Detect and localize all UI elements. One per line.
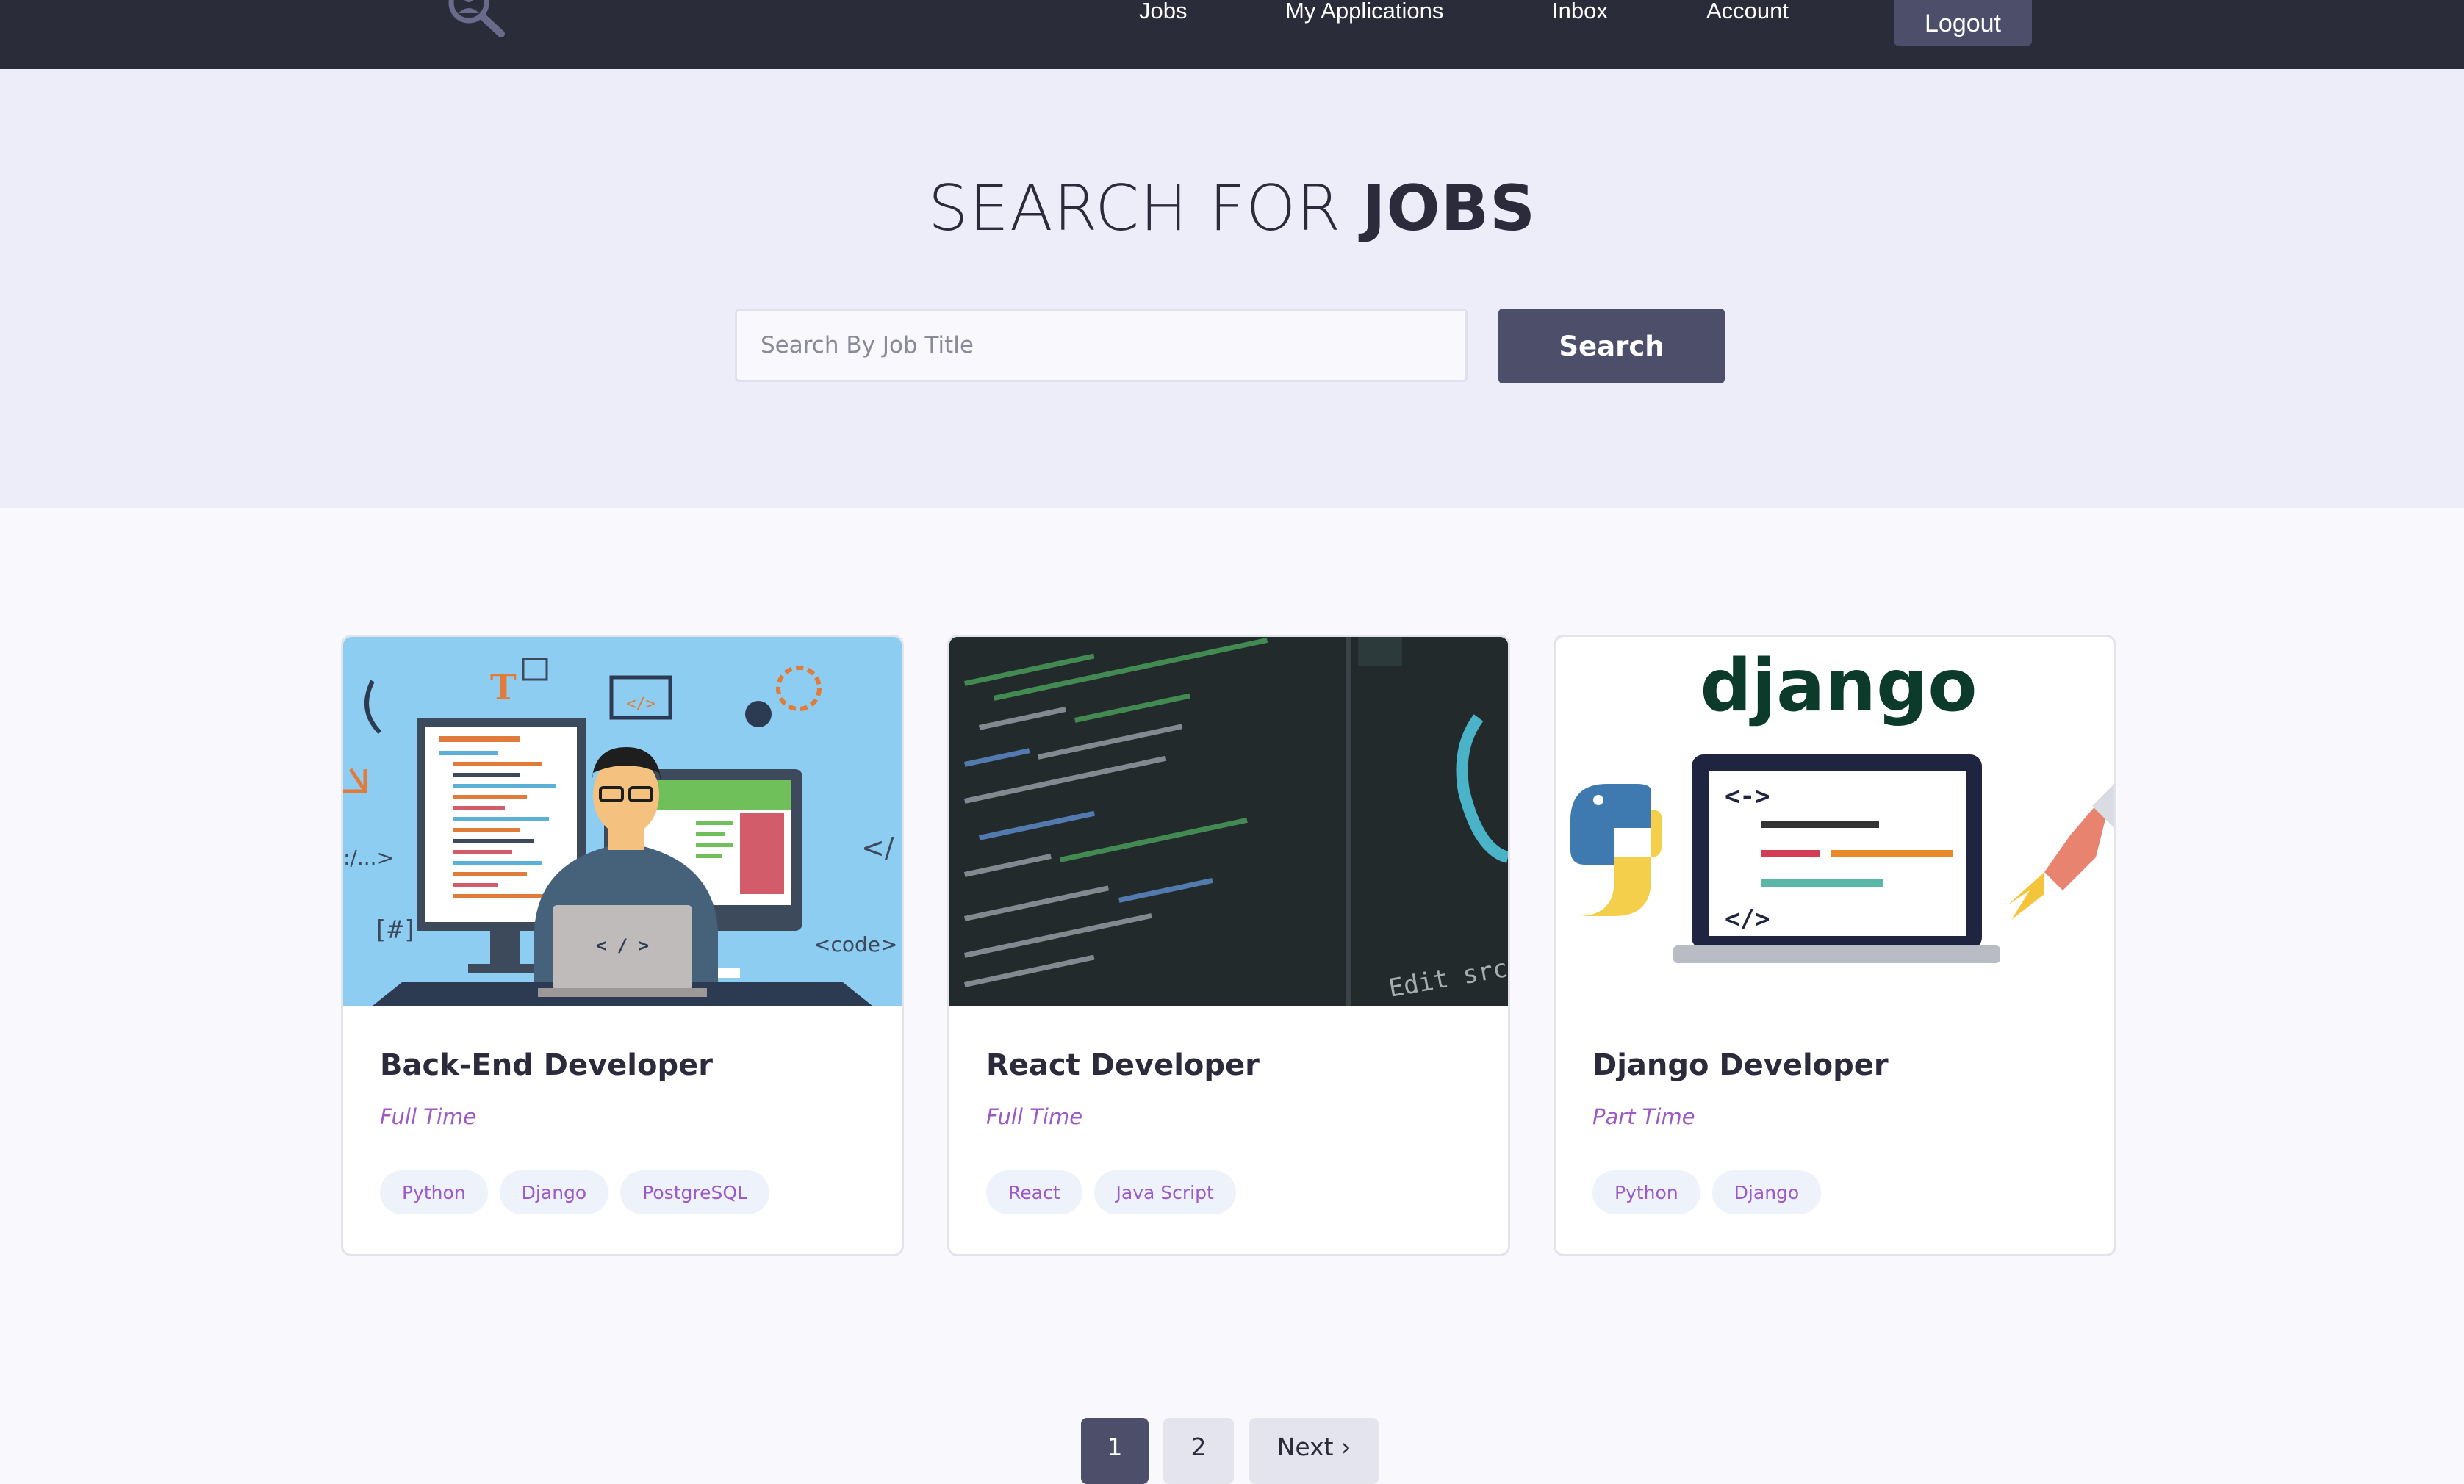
search-hero: SEARCH FOR JOBS Search	[0, 69, 2464, 508]
skill-tag: React	[986, 1170, 1082, 1214]
logout-button[interactable]: Logout	[1894, 0, 2032, 46]
job-card[interactable]: < / > [#] <code> :/...> </ T </> Back-En…	[341, 635, 904, 1256]
nav-account-link[interactable]: Account	[1706, 0, 1789, 25]
svg-text:T: T	[490, 667, 517, 708]
job-title[interactable]: React Developer	[986, 1048, 1260, 1082]
skill-tag: Django	[1711, 1170, 1822, 1214]
skill-tag: Java Script	[1093, 1170, 1236, 1214]
svg-text:<->: <->	[1725, 782, 1770, 811]
skill-tags: Python Django PostgreSQL	[380, 1170, 769, 1214]
page-title-bold: JOBS	[1362, 172, 1537, 245]
django-laptop-illustration: django <-> </>	[1556, 637, 2114, 1006]
developer-illustration: < / > [#] <code> :/...> </ T </>	[343, 637, 902, 1006]
job-title-search-input[interactable]	[735, 309, 1468, 382]
page-title-light: SEARCH FOR	[927, 172, 1362, 245]
search-button[interactable]: Search	[1498, 309, 1725, 383]
skill-tag: Django	[499, 1170, 609, 1214]
job-card[interactable]: django <-> </> Django Developer Part Tim…	[1554, 635, 2116, 1256]
nav-inbox-link[interactable]: Inbox	[1552, 0, 1608, 25]
job-title[interactable]: Django Developer	[1592, 1048, 1889, 1082]
svg-text:[#]: [#]	[373, 915, 417, 945]
svg-text:</>: </>	[1725, 904, 1770, 934]
skill-tag: PostgreSQL	[620, 1170, 769, 1214]
job-type: Full Time	[380, 1104, 477, 1129]
nav-my-applications-link[interactable]: My Applications	[1285, 0, 1443, 25]
skill-tag: Python	[380, 1170, 488, 1214]
code-screen-photo: Edit src/App	[949, 637, 1508, 1006]
skill-tags: React Java Script	[986, 1170, 1236, 1214]
job-card[interactable]: Edit src/App React Developer Full Time R…	[947, 635, 1510, 1256]
svg-text::/...>: :/...>	[343, 846, 394, 870]
skill-tag: Python	[1592, 1170, 1700, 1214]
svg-text:< / >: < / >	[596, 935, 649, 956]
page-1-button[interactable]: 1	[1081, 1418, 1149, 1484]
job-type: Full Time	[986, 1104, 1083, 1129]
job-type: Part Time	[1592, 1104, 1695, 1129]
job-title[interactable]: Back-End Developer	[380, 1048, 713, 1082]
page-title: SEARCH FOR JOBS	[0, 172, 2464, 245]
next-page-button[interactable]: Next ›	[1249, 1418, 1379, 1484]
nav-jobs-link[interactable]: Jobs	[1139, 0, 1187, 25]
skill-tags: Python Django	[1592, 1170, 1822, 1214]
django-logo-text: django	[1700, 644, 1977, 728]
top-navbar: Jobs My Applications Inbox Account Logou…	[0, 0, 2464, 69]
search-person-icon[interactable]	[444, 0, 506, 37]
svg-text:<code>: <code>	[813, 932, 897, 957]
svg-text:</>: </>	[626, 695, 655, 713]
svg-text:</: </	[861, 832, 894, 864]
page-2-button[interactable]: 2	[1163, 1418, 1234, 1484]
